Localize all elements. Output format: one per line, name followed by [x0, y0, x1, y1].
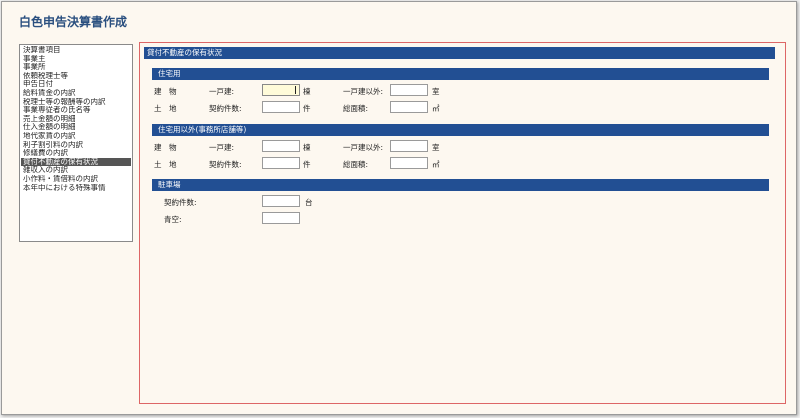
menu-item[interactable]: 税理士等の報酬等の内訳 [21, 98, 131, 107]
menu-item[interactable]: 地代家賃の内訳 [21, 132, 131, 141]
menu-item[interactable]: 売上金額の明細 [21, 115, 131, 124]
menu-item[interactable]: 決算書項目 [21, 46, 131, 55]
menu-item[interactable]: 本年中における特殊事情 [21, 184, 131, 193]
menu-item[interactable]: 申告日付 [21, 80, 131, 89]
menu-item[interactable]: 修繕費の内訳 [21, 149, 131, 158]
non-residential-area-input[interactable] [390, 157, 428, 169]
menu-item[interactable]: 事業主 [21, 55, 131, 64]
menu-item[interactable]: 給料賃金の内訳 [21, 89, 131, 98]
detached-unit: 棟 [303, 87, 311, 96]
area-label: 総面積: [343, 160, 369, 169]
menu-item[interactable]: 小作料・賃借料の内訳 [21, 175, 131, 184]
parking-contracts-label: 契約件数: [164, 198, 197, 207]
open-air-label: 青空: [164, 215, 182, 224]
section-header: 貸付不動産の保有状況 [144, 47, 775, 59]
land-label: 土 地 [154, 160, 177, 169]
contracts-label: 契約件数: [209, 160, 242, 169]
menu-item[interactable]: 仕入金額の明細 [21, 123, 131, 132]
residential-contracts-input[interactable] [262, 101, 300, 113]
detached-label: 一戸建: [209, 143, 235, 152]
detached-label: 一戸建: [209, 87, 235, 96]
area-label: 総面積: [343, 104, 369, 113]
non-residential-detached-input[interactable] [262, 140, 300, 152]
menu-item[interactable]: 依頼税理士等 [21, 72, 131, 81]
menu-item[interactable]: 貸付不動産の保有状況 [21, 157, 131, 167]
section-list[interactable]: 決算書項目 事業主 事業所 依頼税理士等 申告日付 給料賃金の内訳 税理士等の報酬等の内訳事… [19, 44, 133, 242]
contracts-unit: 件 [303, 104, 311, 113]
area-unit: ㎡ [432, 104, 440, 113]
building-label: 建 物 [154, 143, 177, 152]
text-cursor [295, 86, 296, 94]
content-panel: 貸付不動産の保有状況 住宅用 建 物 一戸建: 棟 一戸建以外: 室 土 地 契… [139, 42, 786, 404]
residential-area-input[interactable] [390, 101, 428, 113]
window-title: 白色申告決算書作成 [19, 15, 128, 29]
open-air-input[interactable] [262, 212, 300, 224]
detached-unit: 棟 [303, 143, 311, 152]
non-residential-contracts-input[interactable] [262, 157, 300, 169]
non-detached-label: 一戸建以外: [343, 87, 384, 96]
residential-header: 住宅用 [152, 68, 769, 80]
residential-non-detached-input[interactable] [390, 84, 428, 96]
non-residential-header: 住宅用以外(事務所店舗等) [152, 124, 769, 136]
parking-contracts-input[interactable] [262, 195, 300, 207]
non-detached-unit: 室 [432, 143, 440, 152]
non-residential-non-detached-input[interactable] [390, 140, 428, 152]
menu-item[interactable]: 事業所 [21, 63, 131, 72]
menu-item[interactable]: 雑収入の内訳 [21, 166, 131, 175]
contracts-unit: 件 [303, 160, 311, 169]
non-detached-label: 一戸建以外: [343, 143, 384, 152]
menu-item[interactable]: 事業専従者の氏名等 [21, 106, 131, 115]
parking-unit: 台 [305, 198, 313, 207]
menu-item[interactable]: 利子割引料の内訳 [21, 141, 131, 150]
area-unit: ㎡ [432, 160, 440, 169]
building-label: 建 物 [154, 87, 177, 96]
non-detached-unit: 室 [432, 87, 440, 96]
contracts-label: 契約件数: [209, 104, 242, 113]
app-window: 白色申告決算書作成 決算書項目 事業主 事業所 依頼税理士等 申告日付 給料賃金の内訳 税理… [1, 1, 797, 415]
parking-header: 駐車場 [152, 179, 769, 191]
land-label: 土 地 [154, 104, 177, 113]
